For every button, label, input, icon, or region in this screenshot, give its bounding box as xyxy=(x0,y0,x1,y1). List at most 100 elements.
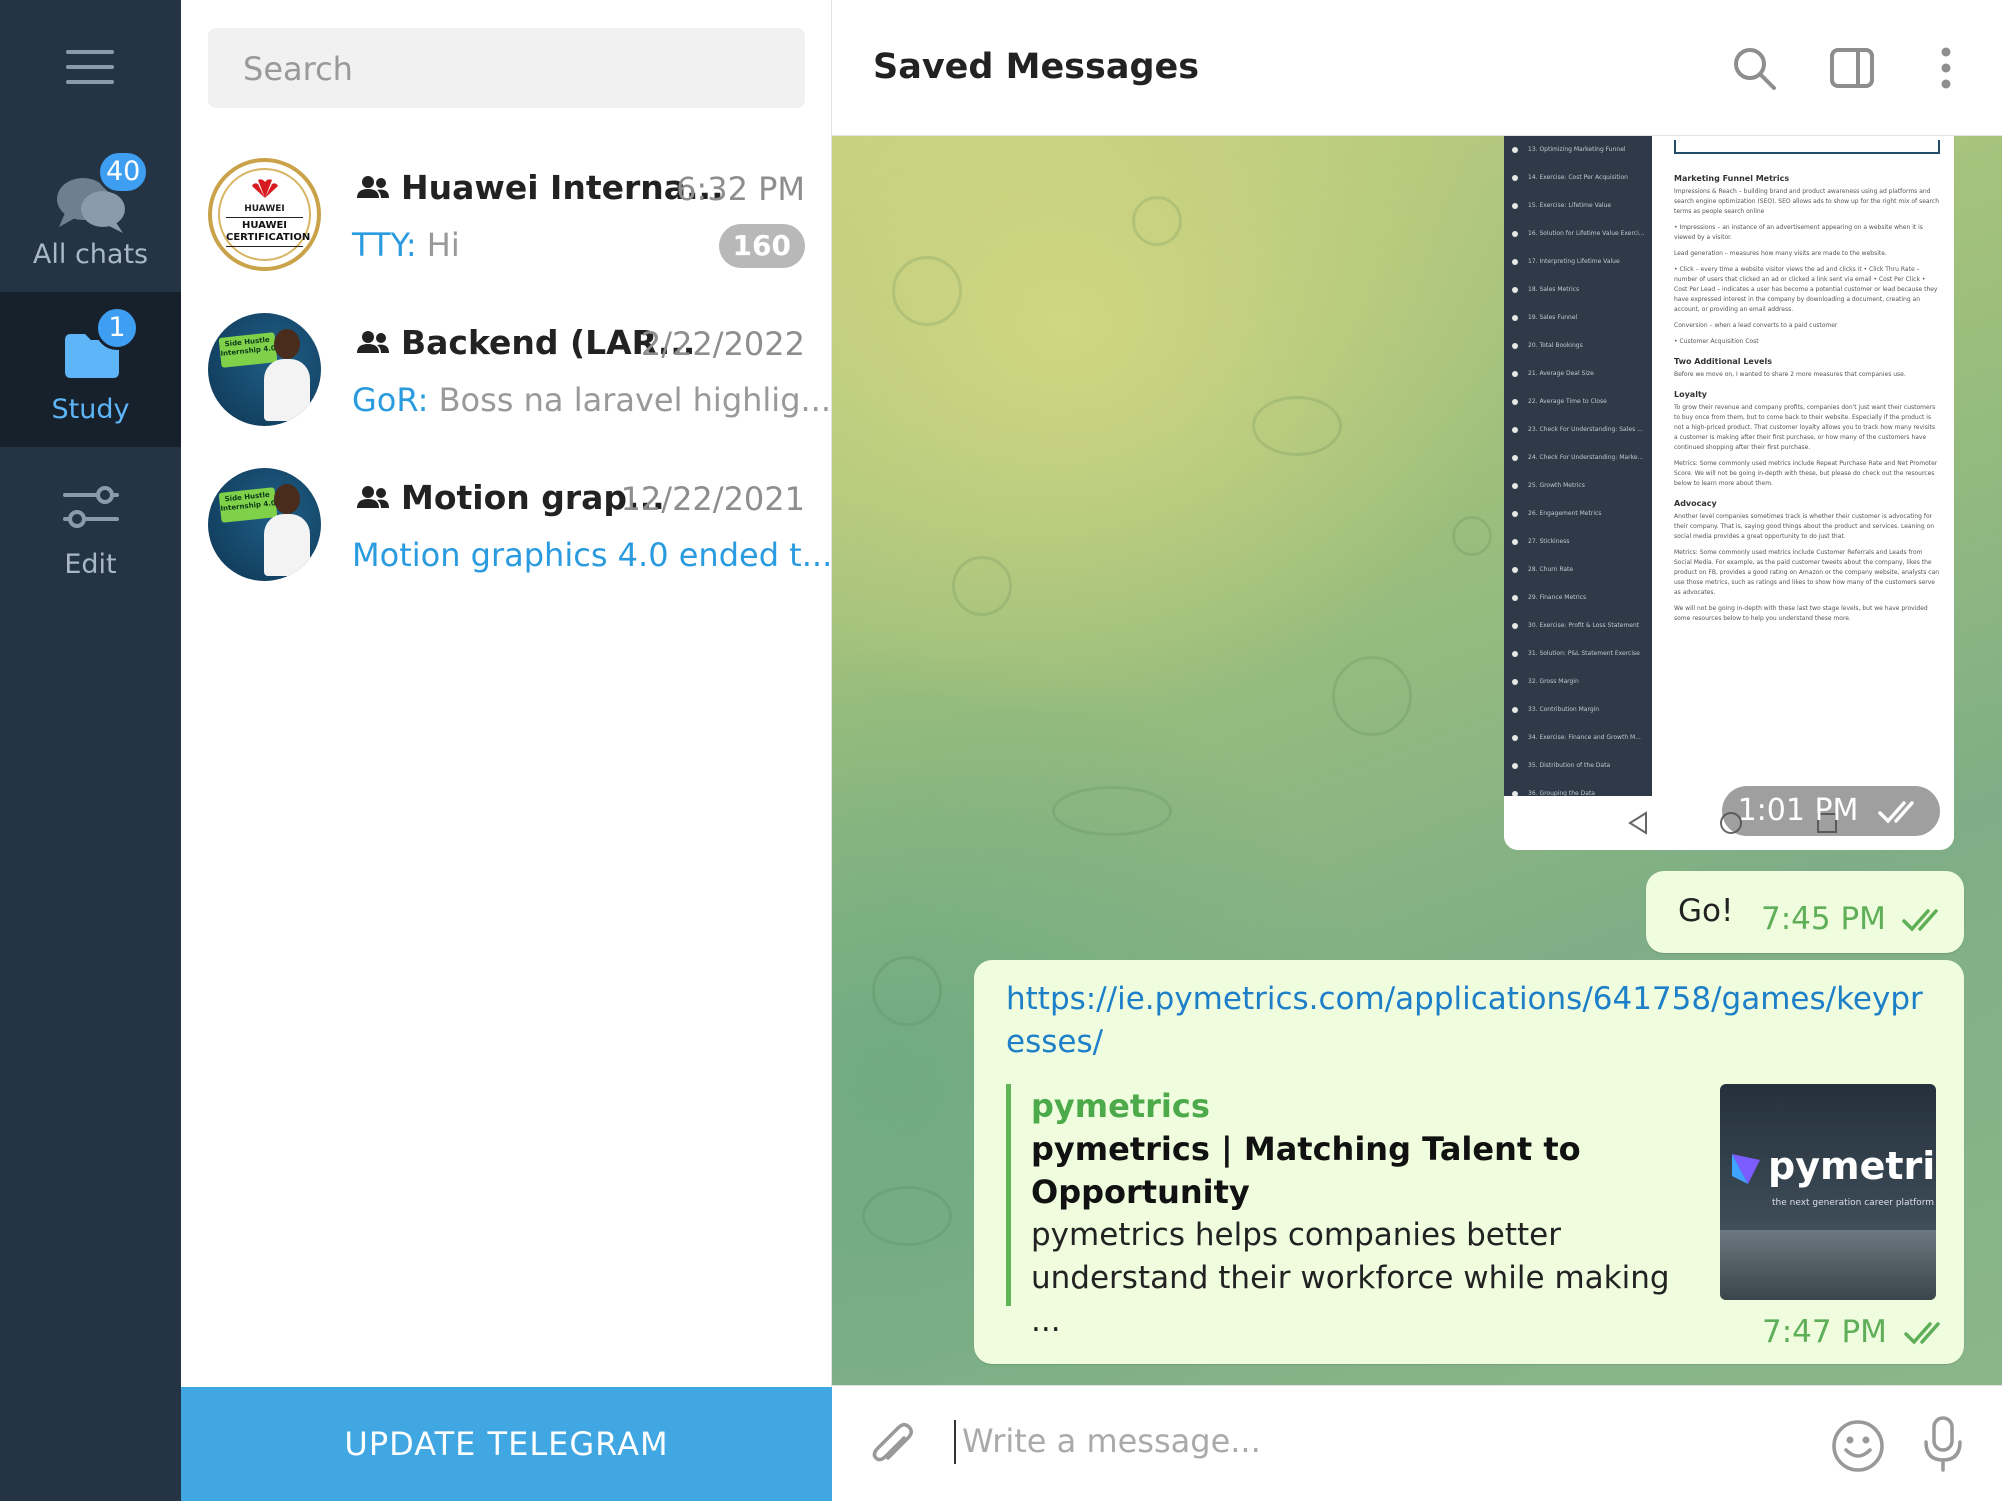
message-time: 1:01 PM xyxy=(1737,793,1859,828)
update-telegram-button[interactable]: UPDATE TELEGRAM xyxy=(181,1387,832,1501)
list-item: 15. Exercise: Lifetime Value xyxy=(1504,192,1652,220)
list-item: 18. Sales Metrics xyxy=(1504,276,1652,304)
message-area[interactable]: 13. Optimizing Marketing Funnel 14. Exer… xyxy=(832,136,2002,1385)
doc-paragraph: • Impressions – an instance of an advert… xyxy=(1674,224,1923,241)
screenshot-document: Marketing Funnel Metrics Impressions & R… xyxy=(1668,136,1946,796)
page-title[interactable]: Saved Messages xyxy=(873,47,1199,87)
group-icon xyxy=(357,175,389,198)
avatar-text: HUAWEI CERTIFICATION xyxy=(226,217,310,247)
avatar: HUAWEI HUAWEI CERTIFICATION xyxy=(208,158,321,271)
chat-item-motion-graphics[interactable]: Side Hustle Internship 4.0 Motion grap..… xyxy=(181,468,832,623)
preview-thumbnail: pymetric the next generation career plat… xyxy=(1720,1084,1936,1300)
chat-item-backend[interactable]: Side Hustle Internship 4.0 Backend (LAR.… xyxy=(181,313,832,468)
preview-text: Hi xyxy=(416,226,460,264)
emoji-icon[interactable] xyxy=(1830,1418,1886,1474)
doc-paragraph: Conversion – when a lead converts to a p… xyxy=(1674,322,1838,329)
list-item: 23. Check For Understanding: Sales ... xyxy=(1504,416,1652,444)
list-item: 25. Growth Metrics xyxy=(1504,472,1652,500)
chat-time: 2/22/2022 xyxy=(640,325,805,363)
doc-paragraph: Another level companies sometimes track … xyxy=(1674,513,1935,540)
list-item: 28. Churn Rate xyxy=(1504,556,1652,584)
list-item: 14. Exercise: Cost Per Acquisition xyxy=(1504,164,1652,192)
list-item: 17. Interpreting Lifetime Value xyxy=(1504,248,1652,276)
doc-paragraph: Impressions & Reach – building brand and… xyxy=(1674,188,1940,215)
sender-name: TTY: xyxy=(352,226,417,264)
avatar: Side Hustle Internship 4.0 xyxy=(208,468,321,581)
chat-preview: Motion graphics 4.0 ended t... xyxy=(352,536,833,574)
back-nav-icon xyxy=(1628,811,1647,835)
hamburger-menu-icon[interactable] xyxy=(66,50,114,86)
pymetrics-logo-icon xyxy=(1732,1154,1760,1184)
doc-paragraph: Metrics: Some commonly used metrics incl… xyxy=(1674,549,1940,596)
read-checks-icon xyxy=(1902,909,1938,932)
list-item: 32. Gross Margin xyxy=(1504,668,1652,696)
image-message[interactable]: 13. Optimizing Marketing Funnel 14. Exer… xyxy=(1504,136,1954,850)
message-link[interactable]: https://ie.pymetrics.com/applications/64… xyxy=(1006,978,1936,1064)
doc-paragraph: Before we move on, I wanted to share 2 m… xyxy=(1674,371,1906,378)
search-input[interactable]: Search xyxy=(208,28,805,108)
chat-item-huawei[interactable]: HUAWEI HUAWEI CERTIFICATION Huawei Inter… xyxy=(181,158,832,313)
list-item: 29. Finance Metrics xyxy=(1504,584,1652,612)
thumbnail-brand: pymetric xyxy=(1768,1144,1936,1188)
preview-title: pymetrics | Matching Talent to Opportuni… xyxy=(1031,1130,1581,1211)
message-composer: Write a message... xyxy=(832,1385,2002,1501)
list-item: 34. Exercise: Finance and Growth M... xyxy=(1504,724,1652,752)
doc-paragraph: We will not be going in-depth with these… xyxy=(1674,605,1928,622)
doc-paragraph: • Click – every time a website visitor v… xyxy=(1674,266,1938,313)
text-message[interactable]: Go! 7:45 PM xyxy=(1646,871,1964,953)
doc-paragraph: To grow their revenue and company profit… xyxy=(1674,404,1936,451)
folder-study[interactable]: 1 Study xyxy=(0,292,181,447)
folder-label: All chats xyxy=(32,239,149,270)
group-icon xyxy=(357,330,389,353)
list-item: 21. Average Deal Size xyxy=(1504,360,1652,388)
chat-title: Huawei Interna... xyxy=(355,168,724,207)
list-item: 33. Contribution Margin xyxy=(1504,696,1652,724)
chat-time: 6:32 PM xyxy=(676,170,805,208)
folder-rail: 40 All chats 1 Study Edit xyxy=(0,0,181,1501)
read-checks-icon xyxy=(1878,800,1914,824)
preview-text: Boss na laravel highlig... xyxy=(428,381,832,419)
chat-pane: Saved Messages 13. Optimizing Marketing … xyxy=(832,0,2002,1501)
folder-label: Edit xyxy=(64,549,117,580)
doc-paragraph: • Customer Acquisition Cost xyxy=(1674,338,1759,345)
message-time: 7:45 PM xyxy=(1761,901,1886,937)
more-options-icon[interactable] xyxy=(1922,44,1970,92)
doc-heading: Marketing Funnel Metrics xyxy=(1674,174,1790,183)
folder-edit[interactable]: Edit xyxy=(0,447,181,602)
folder-label: Study xyxy=(51,394,130,425)
folder-all-chats[interactable]: 40 All chats xyxy=(0,137,181,292)
thumbnail-tagline: the next generation career platform xyxy=(1772,1198,1935,1208)
message-text: Go! xyxy=(1678,893,1734,929)
avatar: Side Hustle Internship 4.0 xyxy=(208,313,321,426)
screenshot-sidebar: 13. Optimizing Marketing Funnel 14. Exer… xyxy=(1504,136,1652,797)
link-message[interactable]: https://ie.pymetrics.com/applications/64… xyxy=(974,960,1964,1364)
unread-count-badge: 160 xyxy=(718,224,805,268)
link-preview[interactable]: pymetrics pymetrics | Matching Talent to… xyxy=(1006,1084,1936,1339)
list-item: 26. Engagement Metrics xyxy=(1504,500,1652,528)
unread-badge: 40 xyxy=(97,150,150,194)
group-icon xyxy=(357,485,389,508)
sender-name: GoR: xyxy=(352,381,429,419)
microphone-icon[interactable] xyxy=(1920,1414,1966,1474)
list-item: 19. Sales Funnel xyxy=(1504,304,1652,332)
chat-time: 12/22/2021 xyxy=(620,480,805,518)
chat-header: Saved Messages xyxy=(832,0,2002,136)
list-item: 16. Solution for Lifetime Value Exerci..… xyxy=(1504,220,1652,248)
message-input[interactable]: Write a message... xyxy=(962,1422,1261,1460)
doc-paragraph: Metrics: Some commonly used metrics incl… xyxy=(1674,460,1938,487)
unread-badge: 1 xyxy=(95,306,139,350)
doc-heading: Two Additional Levels xyxy=(1674,357,1772,366)
doc-heading: Loyalty xyxy=(1674,390,1707,399)
list-item: 27. Stickiness xyxy=(1504,528,1652,556)
huawei-logo-icon xyxy=(251,179,278,198)
search-icon[interactable] xyxy=(1730,44,1778,92)
list-item: 30. Exercise: Profit & Loss Statement xyxy=(1504,612,1652,640)
attach-icon[interactable] xyxy=(868,1420,916,1472)
list-item: 20. Total Bookings xyxy=(1504,332,1652,360)
sidebar-toggle-icon[interactable] xyxy=(1828,44,1876,92)
read-checks-icon xyxy=(1904,1322,1940,1345)
text-caret xyxy=(954,1420,956,1464)
doc-paragraph: Lead generation – measures how many visi… xyxy=(1674,250,1887,257)
preview-description: pymetrics helps companies better underst… xyxy=(1031,1217,1670,1339)
chat-preview: GoR: Boss na laravel highlig... xyxy=(352,381,831,419)
